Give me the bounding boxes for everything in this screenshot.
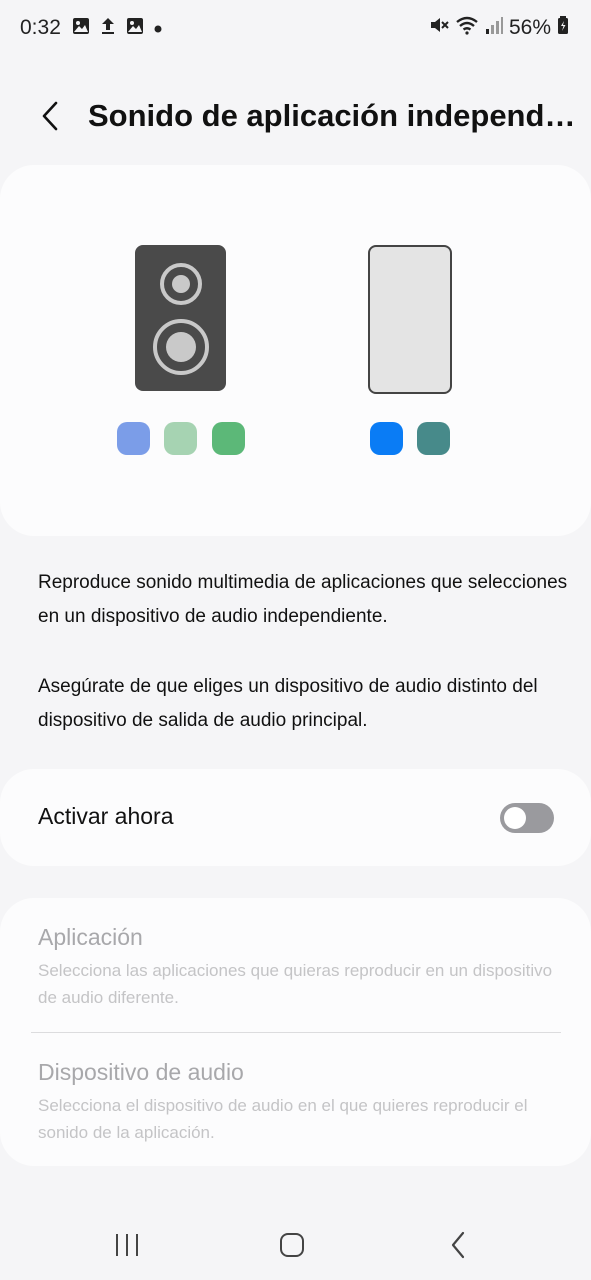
phone-illustration bbox=[368, 245, 452, 394]
activate-row[interactable]: Activar ahora bbox=[0, 769, 591, 866]
recents-icon bbox=[116, 1234, 138, 1256]
illustration-card bbox=[0, 165, 591, 536]
settings-card: Aplicación Selecciona las aplicaciones q… bbox=[0, 898, 591, 1166]
activate-label: Activar ahora bbox=[38, 803, 174, 829]
speaker-app-dot-1 bbox=[117, 422, 150, 455]
battery-percent: 56% bbox=[508, 15, 551, 39]
divider bbox=[31, 1032, 561, 1033]
description-paragraph-2: Asegúrate de que eliges un dispositivo d… bbox=[38, 676, 538, 731]
phone-app-dot-2 bbox=[417, 422, 450, 455]
notification-icons bbox=[72, 17, 162, 40]
chevron-left-icon bbox=[42, 101, 58, 131]
status-time: 0:32 bbox=[20, 16, 61, 39]
image-icon bbox=[72, 17, 90, 40]
home-button[interactable] bbox=[272, 1230, 312, 1260]
status-bar: 0:32 56% bbox=[0, 0, 591, 56]
nav-back-button[interactable] bbox=[438, 1230, 478, 1260]
home-icon bbox=[280, 1233, 304, 1257]
switch-knob bbox=[504, 807, 526, 829]
app-setting-title: Aplicación bbox=[38, 924, 143, 950]
upload-icon bbox=[100, 17, 116, 40]
dot-icon bbox=[154, 20, 162, 38]
wifi-icon bbox=[455, 15, 479, 40]
audio-device-setting-title: Dispositivo de audio bbox=[38, 1059, 244, 1085]
image-icon bbox=[126, 17, 144, 40]
speaker-app-dot-3 bbox=[212, 422, 245, 455]
signal-icon bbox=[485, 15, 503, 40]
audio-device-setting-subtitle: Selecciona el dispositivo de audio en el… bbox=[38, 1096, 528, 1142]
recents-button[interactable] bbox=[107, 1230, 147, 1260]
description-paragraph-1: Reproduce sonido multimedia de aplicacio… bbox=[38, 572, 568, 627]
navigation-bar bbox=[0, 1210, 591, 1280]
battery-icon bbox=[557, 15, 569, 40]
page-title: Sonido de aplicación independiente bbox=[88, 98, 578, 133]
back-button[interactable] bbox=[30, 96, 70, 136]
system-icons: 56% bbox=[429, 15, 569, 40]
activate-switch[interactable] bbox=[500, 803, 554, 833]
mute-icon bbox=[429, 15, 449, 40]
back-icon bbox=[451, 1231, 465, 1259]
speaker-illustration bbox=[135, 245, 226, 391]
speaker-app-dot-2 bbox=[164, 422, 197, 455]
speaker-tweeter bbox=[160, 263, 202, 305]
speaker-woofer bbox=[153, 319, 209, 375]
app-setting-subtitle: Selecciona las aplicaciones que quieras … bbox=[38, 961, 553, 1007]
phone-app-dot-1 bbox=[370, 422, 403, 455]
